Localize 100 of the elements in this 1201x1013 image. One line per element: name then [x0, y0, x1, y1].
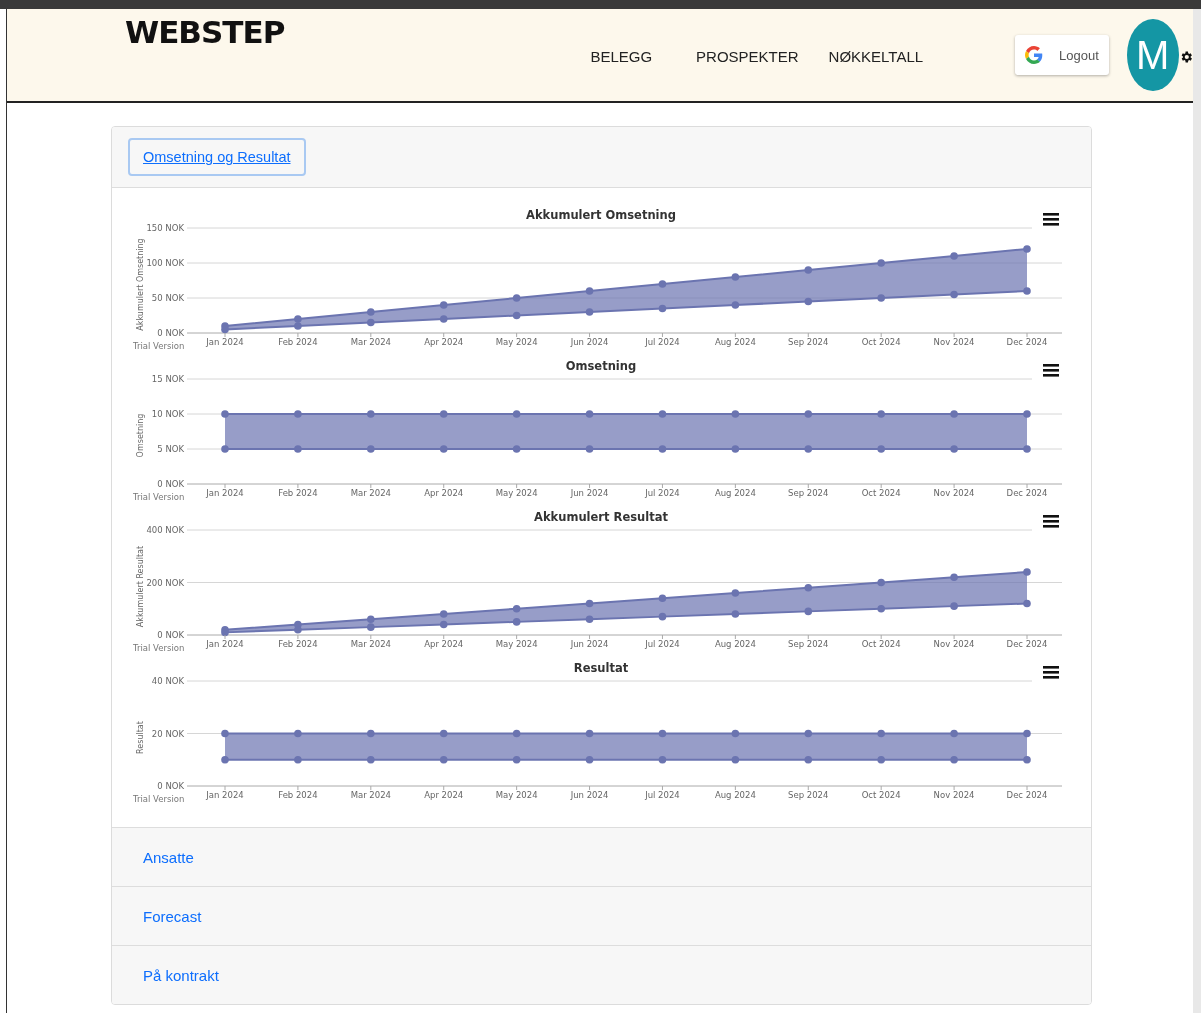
nav-link[interactable]: BELEGG — [590, 47, 653, 65]
data-point — [950, 290, 958, 299]
google-g-icon — [1025, 46, 1044, 64]
data-point — [950, 602, 958, 610]
trial-version-note: Trial Version — [133, 341, 185, 350]
user-avatar[interactable]: M — [1126, 19, 1179, 91]
data-point — [950, 445, 958, 453]
nav-link[interactable]: NØKKELTALL — [828, 47, 924, 65]
accordion-item[interactable]: Ansatte — [112, 827, 1091, 886]
trial-version-note: Trial Version — [133, 794, 185, 803]
section-link-button[interactable]: Omsetning og Resultat — [128, 138, 306, 176]
data-point — [221, 755, 229, 764]
data-point — [950, 252, 958, 260]
data-point — [877, 294, 885, 302]
y-tick-label: 15 NOK — [151, 374, 184, 384]
data-point — [1023, 245, 1031, 253]
x-tick-label: Dec 2024 — [1006, 488, 1048, 498]
x-tick-label: Sep 2024 — [788, 790, 829, 800]
data-point — [512, 618, 521, 626]
data-point — [294, 445, 302, 453]
y-tick-label: 50 NOK — [151, 293, 184, 303]
data-point — [585, 287, 594, 295]
x-tick-label: May 2024 — [495, 488, 538, 498]
data-point — [294, 410, 302, 418]
y-axis-label: Resultat — [136, 721, 145, 754]
data-point — [585, 445, 594, 453]
chart-title: Akkumulert Resultat — [534, 510, 668, 524]
y-tick-label: 0 NOK — [157, 479, 184, 489]
x-tick-label: Dec 2024 — [1006, 639, 1048, 649]
data-point — [658, 755, 667, 764]
data-point — [731, 410, 740, 418]
logout-button[interactable]: Logout — [1015, 35, 1109, 75]
data-point — [1023, 287, 1031, 295]
data-point — [439, 315, 448, 323]
nav-link[interactable]: PROSPEKTER — [696, 47, 799, 65]
chart-title: Resultat — [573, 661, 629, 675]
x-tick-label: May 2024 — [495, 337, 538, 347]
data-point — [221, 729, 229, 738]
data-point — [512, 410, 521, 418]
x-tick-label: Jan 2024 — [206, 639, 244, 649]
x-tick-label: Nov 2024 — [933, 790, 975, 800]
accordion-item[interactable]: På kontrakt — [112, 945, 1091, 1004]
data-point — [585, 599, 594, 608]
y-axis-label: Akkumulert Resultat — [136, 545, 145, 628]
menu-icon[interactable] — [1043, 515, 1059, 528]
data-point — [804, 266, 813, 274]
data-point — [367, 729, 375, 738]
x-tick-label: Jan 2024 — [206, 488, 244, 498]
data-point — [221, 410, 229, 418]
x-tick-label: Feb 2024 — [278, 639, 318, 649]
x-tick-label: Apr 2024 — [424, 639, 464, 649]
x-tick-label: May 2024 — [495, 790, 538, 800]
chart-title: Omsetning — [565, 359, 637, 373]
x-tick-label: Apr 2024 — [424, 790, 464, 800]
data-point — [585, 308, 594, 316]
accordion-item[interactable]: Forecast — [112, 886, 1091, 945]
x-tick-label: Apr 2024 — [424, 337, 464, 347]
data-point — [731, 589, 740, 597]
data-point — [877, 410, 885, 418]
data-point — [658, 729, 667, 738]
logo: WEBSTEP — [125, 14, 285, 50]
data-point — [877, 578, 885, 587]
menu-icon[interactable] — [1043, 213, 1059, 226]
x-tick-label: Aug 2024 — [714, 337, 756, 347]
data-point — [1023, 568, 1031, 576]
menu-icon[interactable] — [1043, 666, 1059, 679]
x-tick-label: Nov 2024 — [933, 337, 975, 347]
x-tick-label: Apr 2024 — [424, 488, 464, 498]
y-tick-label: 20 NOK — [151, 728, 184, 739]
data-point — [658, 445, 667, 453]
data-point — [439, 620, 448, 629]
data-point — [367, 318, 375, 327]
x-tick-label: Feb 2024 — [278, 337, 318, 347]
data-point — [512, 755, 521, 764]
y-tick-label: 0 NOK — [157, 328, 184, 338]
data-point — [950, 410, 958, 418]
data-point — [804, 583, 813, 592]
x-tick-label: Jul 2024 — [645, 639, 680, 649]
y-tick-label: 100 NOK — [146, 258, 184, 268]
x-tick-label: Oct 2024 — [861, 337, 901, 347]
x-tick-label: Mar 2024 — [350, 488, 391, 498]
x-tick-label: Jan 2024 — [206, 337, 244, 347]
y-tick-label: 10 NOK — [151, 409, 184, 419]
data-point — [512, 729, 521, 738]
data-point — [439, 445, 448, 453]
x-tick-label: Mar 2024 — [350, 639, 391, 649]
x-tick-label: Sep 2024 — [788, 337, 829, 347]
data-point — [731, 445, 740, 453]
x-tick-label: Nov 2024 — [933, 488, 975, 498]
chart-title: Akkumulert Omsetning — [526, 208, 676, 222]
menu-icon[interactable] — [1043, 364, 1059, 377]
y-tick-label: 5 NOK — [157, 444, 184, 454]
y-tick-label: 400 NOK — [146, 525, 184, 535]
trial-version-note: Trial Version — [133, 492, 185, 501]
data-point — [658, 410, 667, 418]
data-point — [221, 445, 229, 453]
data-point — [585, 755, 594, 764]
x-tick-label: Mar 2024 — [350, 790, 391, 800]
data-point — [439, 610, 448, 618]
x-tick-label: May 2024 — [495, 639, 538, 649]
